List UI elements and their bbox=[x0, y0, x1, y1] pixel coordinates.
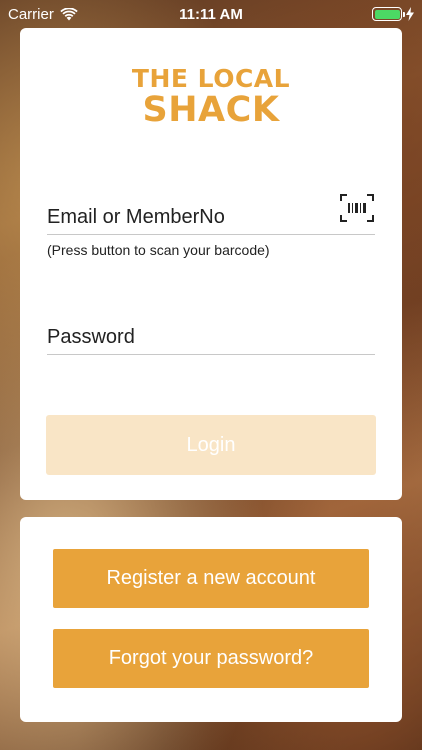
password-field-wrapper bbox=[47, 320, 375, 355]
status-bar: Carrier 11:11 AM bbox=[0, 0, 422, 30]
forgot-password-button[interactable]: Forgot your password? bbox=[53, 629, 369, 688]
register-button[interactable]: Register a new account bbox=[53, 549, 369, 608]
barcode-hint: (Press button to scan your barcode) bbox=[47, 242, 270, 258]
status-right bbox=[372, 7, 414, 21]
login-card: THE LOCAL SHACK (Press button to scan yo… bbox=[20, 28, 402, 500]
login-button[interactable]: Login bbox=[46, 415, 376, 475]
status-time: 11:11 AM bbox=[179, 6, 243, 23]
battery-level bbox=[374, 9, 400, 19]
charging-bolt-icon bbox=[406, 7, 414, 21]
logo-line-2: SHACK bbox=[142, 90, 280, 130]
app-logo: THE LOCAL SHACK bbox=[20, 66, 402, 128]
email-input[interactable] bbox=[47, 200, 327, 234]
password-input[interactable] bbox=[47, 320, 375, 354]
email-field-wrapper bbox=[47, 194, 375, 235]
scan-barcode-button[interactable] bbox=[339, 192, 375, 224]
logo-line-1: THE LOCAL bbox=[131, 64, 291, 93]
account-actions-card: Register a new account Forgot your passw… bbox=[20, 517, 402, 722]
barcode-scan-icon bbox=[340, 194, 374, 222]
battery-icon bbox=[372, 7, 405, 21]
